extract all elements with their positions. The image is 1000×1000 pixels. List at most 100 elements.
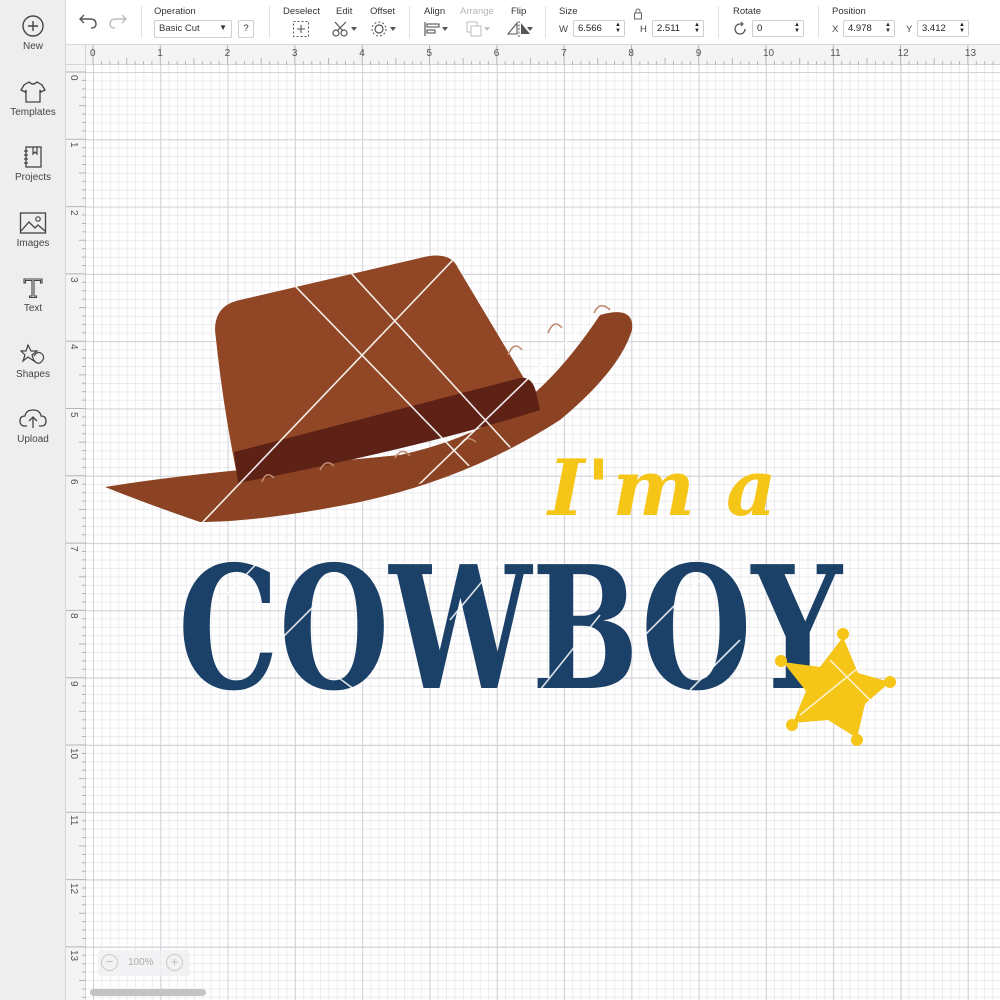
ruler-left-label: 11 (68, 815, 79, 826)
arrange-label: Arrange (460, 6, 494, 17)
ruler-left-ticks (66, 71, 86, 998)
redo-icon[interactable] (108, 12, 128, 30)
height-input[interactable]: 2.511 ▲ ▼ (652, 20, 704, 37)
toolbar-divider (818, 6, 819, 38)
arrange-icon[interactable] (465, 20, 491, 38)
ruler-top-label: 8 (628, 48, 634, 59)
tshirt-icon (20, 81, 46, 103)
ruler-left-label: 1 (68, 142, 79, 148)
ruler-left-label: 8 (68, 613, 79, 619)
plus-circle-icon (22, 15, 44, 37)
ruler-top-label: 12 (897, 48, 909, 59)
sidebar-item-images[interactable]: Images (0, 211, 66, 271)
ruler-top: 0 1 2 3 4 5 6 7 8 9 10 11 12 13 (86, 45, 1000, 65)
ruler-left-label: 2 (68, 209, 79, 216)
design-canvas[interactable]: I'm a COWBOY (86, 65, 1000, 1000)
sidebar-item-label: Templates (10, 107, 56, 118)
operation-help-button[interactable]: ? (238, 20, 254, 38)
ruler-top-label: 11 (830, 48, 841, 59)
zoom-in-button[interactable]: + (166, 954, 183, 971)
stepper-icon[interactable]: ▲ ▼ (885, 22, 891, 34)
zoom-out-button[interactable]: − (101, 954, 118, 971)
ruler-top-label: 9 (695, 48, 702, 59)
rotate-input[interactable]: 0 ▲ ▼ (752, 20, 804, 37)
sidebar-item-label: Projects (14, 172, 52, 183)
flip-icon[interactable] (506, 20, 534, 38)
stepper-icon[interactable]: ▲ ▼ (794, 22, 800, 34)
scissors-icon[interactable] (332, 20, 358, 38)
image-icon (19, 212, 47, 234)
ruler-left-label: 6 (68, 478, 79, 485)
ruler-top-label: 13 (964, 48, 977, 59)
ruler-top-label: 1 (157, 48, 163, 59)
script-text-im-a[interactable]: I'm a (546, 443, 779, 534)
notebook-icon (24, 146, 42, 168)
horizontal-scrollbar[interactable] (90, 989, 206, 996)
x-position-value: 4.978 (848, 23, 872, 34)
rotate-icon (734, 21, 746, 35)
y-position-value: 3.412 (922, 23, 946, 34)
offset-label: Offset (370, 6, 396, 17)
ruler-corner (66, 45, 86, 65)
x-position-input[interactable]: 4.978 ▲ ▼ (843, 20, 895, 37)
top-toolbar: Operation Basic Cut ▼ ? Deselect Edit Of… (66, 0, 1000, 45)
ruler-left-label: 10 (68, 748, 79, 760)
sidebar-item-upload[interactable]: Upload (0, 407, 66, 467)
ruler-left-label: 3 (68, 276, 79, 283)
toolbar-divider (141, 6, 142, 38)
ruler-top-label: 4 (359, 48, 365, 59)
operation-select[interactable]: Basic Cut ▼ (154, 20, 232, 38)
sidebar-item-new[interactable]: New (0, 14, 66, 74)
toolbar-divider (409, 6, 410, 38)
ruler-left-label: 9 (68, 680, 79, 687)
ruler-left-label: 5 (68, 411, 79, 418)
sidebar-item-label: Shapes (16, 369, 50, 380)
sidebar-item-shapes[interactable]: Shapes (0, 342, 66, 402)
stepper-icon[interactable]: ▲ ▼ (694, 22, 700, 34)
sidebar-item-templates[interactable]: Templates (0, 80, 66, 140)
shapes-icon (20, 343, 45, 364)
operation-value: Basic Cut (159, 23, 200, 34)
ruler-left-label: 13 (68, 949, 79, 962)
sidebar-item-projects[interactable]: Projects (0, 145, 66, 205)
ruler-top-label: 0 (90, 48, 96, 59)
toolbar-divider (269, 6, 270, 38)
ruler-top-label: 5 (426, 48, 433, 59)
width-input[interactable]: 6.566 ▲ ▼ (573, 20, 625, 37)
sidebar-item-label: Images (16, 238, 50, 249)
cowboy-design[interactable]: I'm a COWBOY (86, 65, 1000, 1000)
undo-icon[interactable] (78, 12, 98, 30)
sidebar-item-label: New (22, 41, 43, 52)
ruler-top-ticks (92, 45, 994, 65)
ruler-left-label: 7 (68, 546, 79, 552)
ruler-top-label: 10 (763, 48, 775, 59)
cloud-upload-icon (19, 409, 47, 428)
rotate-value: 0 (757, 23, 763, 34)
sidebar-item-text[interactable]: Text (0, 276, 66, 336)
toolbar-divider (545, 6, 546, 38)
align-icon[interactable] (423, 20, 449, 38)
left-sidebar: New Templates Projects Images Text Shape… (0, 0, 66, 1000)
y-label: Y (906, 24, 913, 35)
ruler-top-label: 6 (493, 48, 500, 59)
title-text-cowboy[interactable]: COWBOY (178, 529, 843, 729)
ruler-top-label: 3 (291, 48, 298, 59)
offset-icon[interactable] (371, 20, 397, 38)
height-label: H (640, 24, 647, 35)
width-value: 6.566 (578, 23, 602, 34)
x-label: X (832, 24, 839, 35)
deselect-label: Deselect (283, 6, 320, 17)
ruler-left-label: 0 (68, 75, 79, 81)
align-label: Align (424, 6, 446, 17)
height-value: 2.511 (657, 23, 681, 34)
deselect-icon[interactable] (292, 20, 310, 38)
ruler-left-label: 4 (68, 344, 79, 350)
text-t-icon (23, 278, 43, 299)
size-label: Size (559, 6, 578, 17)
y-position-input[interactable]: 3.412 ▲ ▼ (917, 20, 969, 37)
zoom-control: − 100% + (98, 950, 190, 976)
stepper-icon[interactable]: ▲ ▼ (959, 22, 965, 34)
stepper-icon[interactable]: ▲ ▼ (615, 22, 621, 34)
toolbar-divider (718, 6, 719, 38)
lock-icon[interactable] (633, 8, 643, 20)
